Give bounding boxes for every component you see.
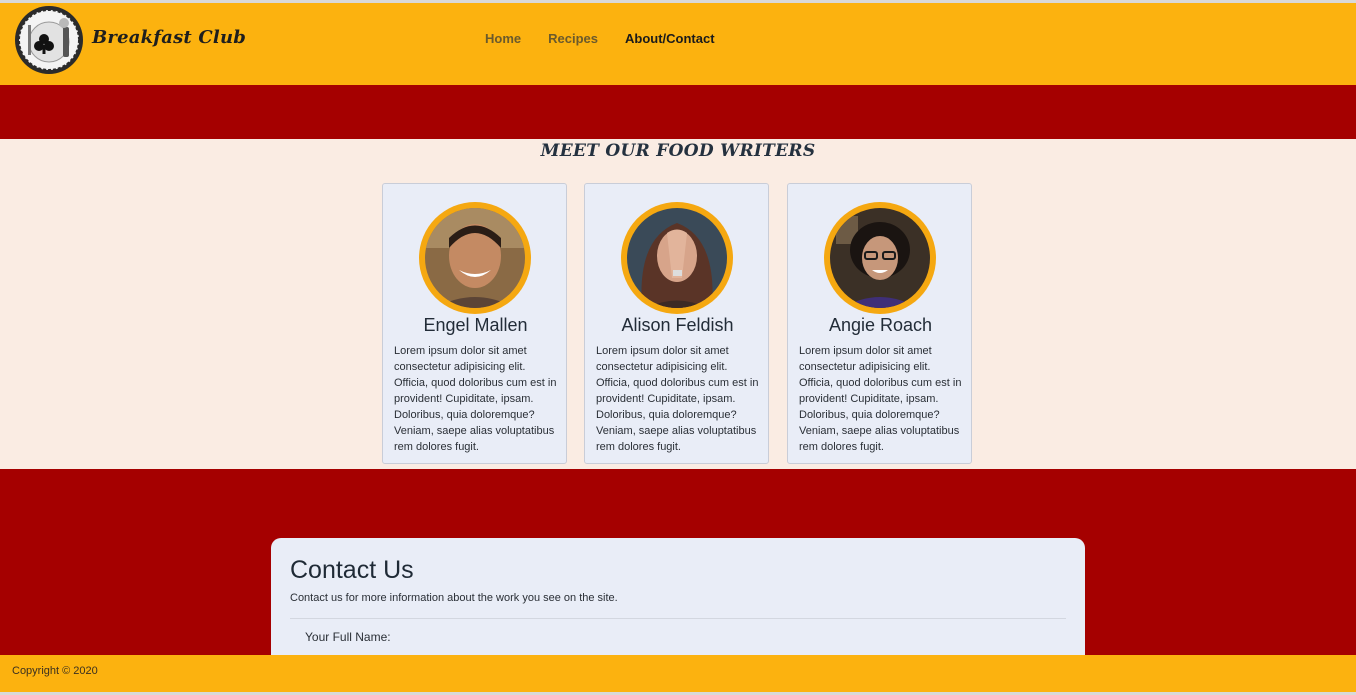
writer-card: Angie Roach Lorem ipsum dolor sit amet c… (787, 183, 972, 464)
avatar-photo-icon (425, 208, 525, 308)
writers-section: MEET OUR FOOD WRITERS Engel Mallen Lorem… (0, 139, 1356, 469)
nav-about-contact-link[interactable]: About/Contact (625, 31, 715, 46)
top-navbar: Breakfast Club Home Recipes About/Contac… (0, 3, 1356, 85)
writer-avatar (824, 202, 936, 314)
footer: Copyright © 2020 (0, 655, 1356, 692)
breakfast-club-logo-icon[interactable] (14, 5, 84, 75)
writer-name: Alison Feldish (621, 315, 734, 335)
contact-divider (290, 618, 1066, 619)
writer-name: Engel Mallen (423, 315, 528, 335)
avatar-photo-icon (627, 208, 727, 308)
page: Breakfast Club Home Recipes About/Contac… (0, 0, 1356, 695)
nav-home-link[interactable]: Home (485, 31, 521, 46)
full-name-label: Your Full Name: (305, 630, 391, 644)
contact-subtitle: Contact us for more information about th… (290, 592, 618, 604)
avatar-photo-icon (830, 208, 930, 308)
writer-avatar (419, 202, 531, 314)
copyright-text: Copyright © 2020 (12, 665, 98, 677)
writer-name: Angie Roach (828, 315, 933, 335)
writer-bio: Lorem ipsum dolor sit amet consectetur a… (394, 345, 557, 453)
writer-card: Alison Feldish Lorem ipsum dolor sit ame… (584, 183, 769, 464)
writers-heading: MEET OUR FOOD WRITERS (540, 141, 816, 161)
contact-heading: Contact Us (290, 556, 414, 584)
writer-bio: Lorem ipsum dolor sit amet consectetur a… (596, 345, 759, 453)
main-nav: Home Recipes About/Contact (485, 31, 742, 46)
hero-band (0, 85, 1356, 139)
brand-name[interactable]: Breakfast Club (92, 27, 246, 48)
writer-avatar (621, 202, 733, 314)
writer-bio: Lorem ipsum dolor sit amet consectetur a… (799, 345, 962, 453)
nav-recipes-link[interactable]: Recipes (548, 31, 598, 46)
writer-card: Engel Mallen Lorem ipsum dolor sit amet … (382, 183, 567, 464)
